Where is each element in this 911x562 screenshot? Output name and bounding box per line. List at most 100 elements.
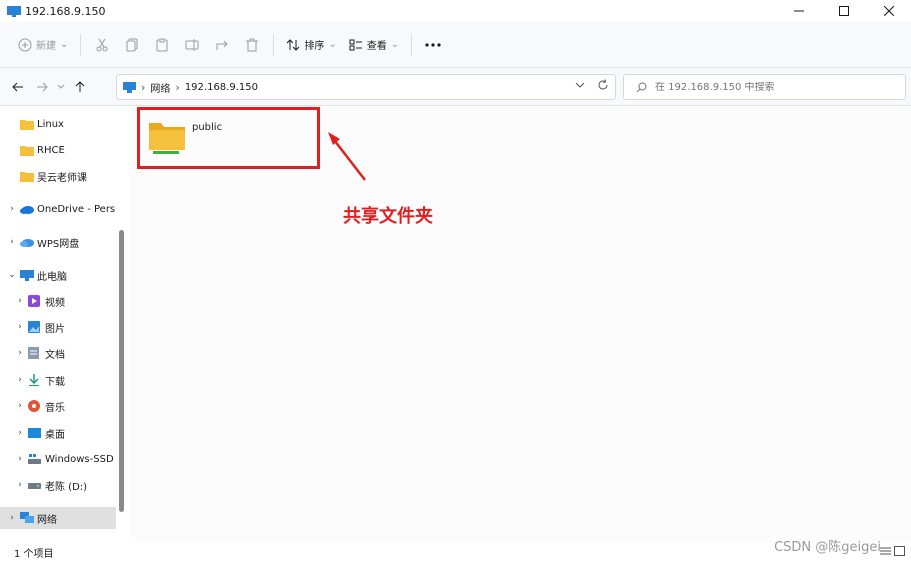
chevron-down-icon[interactable] <box>575 81 585 89</box>
sidebar-item-label: WPS网盘 <box>37 238 80 250</box>
documents-icon <box>28 347 42 359</box>
chevron-right-icon[interactable]: › <box>14 428 26 438</box>
chevron-right-icon[interactable]: › <box>14 296 26 306</box>
close-button[interactable] <box>866 0 911 22</box>
sidebar-item-onedrive[interactable]: › OneDrive - Pers <box>0 198 116 220</box>
arrow-right-icon <box>37 82 48 91</box>
breadcrumb-separator-icon: › <box>175 80 180 94</box>
sidebar-item-wps[interactable]: › WPS网盘 <box>0 231 116 253</box>
sidebar-item-linux[interactable]: Linux <box>0 113 116 135</box>
chevron-right-icon[interactable]: › <box>14 322 26 332</box>
navigation-pane: Linux RHCE 吴云老师课 › OneDrive - Pers › WPS… <box>0 106 130 542</box>
music-icon <box>28 400 42 412</box>
chevron-right-icon[interactable]: › <box>14 348 26 358</box>
more-icon <box>425 42 441 47</box>
chevron-right-icon[interactable]: › <box>14 375 26 385</box>
downloads-icon <box>28 374 42 386</box>
arrow-up-icon <box>75 80 85 92</box>
breadcrumb-host[interactable]: 192.168.9.150 <box>185 82 258 93</box>
more-button[interactable] <box>418 31 448 59</box>
chevron-down-icon: ⌄ <box>328 39 337 50</box>
chevron-right-icon[interactable]: › <box>6 204 18 214</box>
folder-icon <box>20 170 34 182</box>
breadcrumb-network[interactable]: 网络 <box>150 80 170 95</box>
sidebar-item-label: 桌面 <box>45 429 65 441</box>
onedrive-cloud-icon <box>20 203 34 215</box>
this-pc-icon <box>20 269 34 281</box>
sort-label: 排序 <box>304 41 325 52</box>
forward-button[interactable] <box>30 75 54 99</box>
sidebar-item-music[interactable]: › 音乐 <box>0 395 116 417</box>
sidebar-item-label: 下载 <box>45 376 65 388</box>
view-icon <box>349 39 362 50</box>
maximize-icon <box>838 6 849 16</box>
arrow-left-icon <box>12 82 23 91</box>
drive-icon <box>28 453 42 465</box>
toolbar-divider <box>411 33 413 56</box>
chevron-down-icon[interactable]: ⌄ <box>6 270 18 280</box>
view-toggle <box>880 546 905 556</box>
paste-icon <box>156 38 168 51</box>
cut-button[interactable] <box>87 31 117 59</box>
sidebar-item-drive-d[interactable]: › 老陈 (D:) <box>0 474 116 496</box>
chevron-right-icon[interactable]: › <box>14 401 26 411</box>
tiles-view-icon[interactable] <box>894 546 905 556</box>
new-button[interactable]: 新建 ⌄ <box>12 31 74 59</box>
view-button[interactable]: 查看 ⌄ <box>343 31 405 59</box>
share-button[interactable] <box>207 31 237 59</box>
rename-button[interactable] <box>177 31 207 59</box>
sidebar-item-documents[interactable]: › 文档 <box>0 342 116 364</box>
chevron-right-icon[interactable]: › <box>14 454 26 464</box>
sidebar-item-wuyun-course[interactable]: 吴云老师课 <box>0 165 116 187</box>
chevron-down-icon: ⌄ <box>390 39 400 50</box>
sidebar-item-network[interactable]: › 网络 <box>0 507 116 529</box>
search-icon <box>636 82 647 92</box>
recent-locations-button[interactable] <box>54 75 68 99</box>
search-box[interactable] <box>623 74 906 100</box>
refresh-icon[interactable] <box>597 79 609 91</box>
sidebar-item-windows-ssd[interactable]: › Windows-SSD <box>0 448 116 470</box>
command-bar: 新建 ⌄ 排序 ⌄ 查看 ⌄ <box>0 22 911 68</box>
network-pc-icon <box>123 81 136 93</box>
chevron-right-icon[interactable]: › <box>14 480 26 490</box>
delete-button[interactable] <box>237 31 267 59</box>
sidebar-item-desktop[interactable]: › 桌面 <box>0 422 116 444</box>
computer-monitor-icon <box>7 5 21 17</box>
drive-icon <box>28 479 42 491</box>
chevron-right-icon[interactable]: › <box>6 237 18 247</box>
desktop-icon <box>28 427 42 439</box>
sidebar-item-label: 音乐 <box>45 402 65 414</box>
toolbar-divider <box>80 33 82 56</box>
sidebar-item-label: 此电脑 <box>37 271 67 283</box>
sidebar-item-label: Windows-SSD <box>45 453 114 465</box>
close-icon <box>883 6 894 16</box>
sort-button[interactable]: 排序 ⌄ <box>280 31 342 59</box>
chevron-right-icon[interactable]: › <box>6 513 18 523</box>
minimize-button[interactable] <box>776 0 821 22</box>
sidebar-item-label: 图片 <box>45 323 65 335</box>
sidebar-item-downloads[interactable]: › 下载 <box>0 369 116 391</box>
search-input[interactable] <box>655 81 895 93</box>
paste-button[interactable] <box>147 31 177 59</box>
details-view-icon[interactable] <box>880 546 891 556</box>
network-icon <box>20 512 34 524</box>
sidebar-item-videos[interactable]: › 视频 <box>0 290 116 312</box>
address-bar[interactable]: › 网络 › 192.168.9.150 <box>116 74 616 100</box>
up-button[interactable] <box>68 75 92 99</box>
delete-icon <box>246 38 259 51</box>
sidebar-scrollbar[interactable] <box>119 230 124 512</box>
sidebar-item-label: RHCE <box>37 144 65 156</box>
maximize-button[interactable] <box>821 0 866 22</box>
copy-button[interactable] <box>117 31 147 59</box>
view-label: 查看 <box>366 41 387 52</box>
sidebar-item-rhce[interactable]: RHCE <box>0 139 116 161</box>
sidebar-item-this-pc[interactable]: ⌄ 此电脑 <box>0 264 116 286</box>
watermark: CSDN @陈geigei <box>774 540 881 555</box>
folder-icon <box>20 118 34 130</box>
sidebar-item-label: OneDrive - Pers <box>37 203 116 215</box>
videos-icon <box>28 295 42 307</box>
highlight-box <box>137 107 320 169</box>
back-button[interactable] <box>6 75 30 99</box>
folder-icon <box>20 144 34 156</box>
sidebar-item-pictures[interactable]: › 图片 <box>0 316 116 338</box>
